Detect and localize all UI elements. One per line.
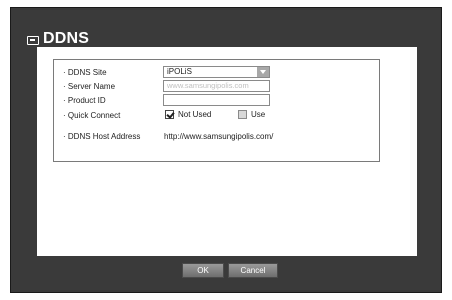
not-used-label[interactable]: Not Used — [178, 109, 211, 121]
server-name-row: · Server Name www.samsungipolis.com — [54, 80, 379, 93]
server-name-input[interactable]: www.samsungipolis.com — [163, 80, 270, 92]
chevron-down-icon[interactable] — [257, 67, 269, 77]
ddns-site-label: · DDNS Site — [63, 68, 107, 77]
host-address-row: · DDNS Host Address http://www.samsungip… — [54, 130, 379, 143]
product-id-row: · Product ID — [54, 94, 379, 107]
display-icon — [27, 36, 39, 45]
host-address-value: http://www.samsungipolis.com/ — [164, 132, 274, 141]
button-bar: OK Cancel — [37, 256, 417, 286]
cancel-button[interactable]: Cancel — [228, 263, 278, 278]
dialog-title: DDNS — [43, 30, 90, 47]
ok-button[interactable]: OK — [182, 263, 224, 278]
quick-connect-label: · Quick Connect — [63, 111, 121, 120]
quick-connect-row: · Quick Connect Not Used Use — [54, 109, 379, 122]
not-used-checkbox[interactable] — [165, 110, 174, 119]
server-name-label: · Server Name — [63, 82, 116, 91]
use-checkbox[interactable] — [238, 110, 247, 119]
product-id-input[interactable] — [163, 94, 270, 106]
host-address-label: · DDNS Host Address — [63, 132, 141, 141]
ddns-site-select[interactable]: iPOLiS — [163, 66, 270, 78]
ddns-site-row: · DDNS Site iPOLiS — [54, 66, 379, 79]
use-label[interactable]: Use — [251, 109, 265, 121]
product-id-label: · Product ID — [63, 96, 106, 105]
dialog-content: · DDNS Site iPOLiS · Server Name www.sam… — [37, 47, 417, 256]
ddns-site-value: iPOLiS — [167, 67, 192, 76]
ddns-settings-group: · DDNS Site iPOLiS · Server Name www.sam… — [53, 59, 380, 162]
